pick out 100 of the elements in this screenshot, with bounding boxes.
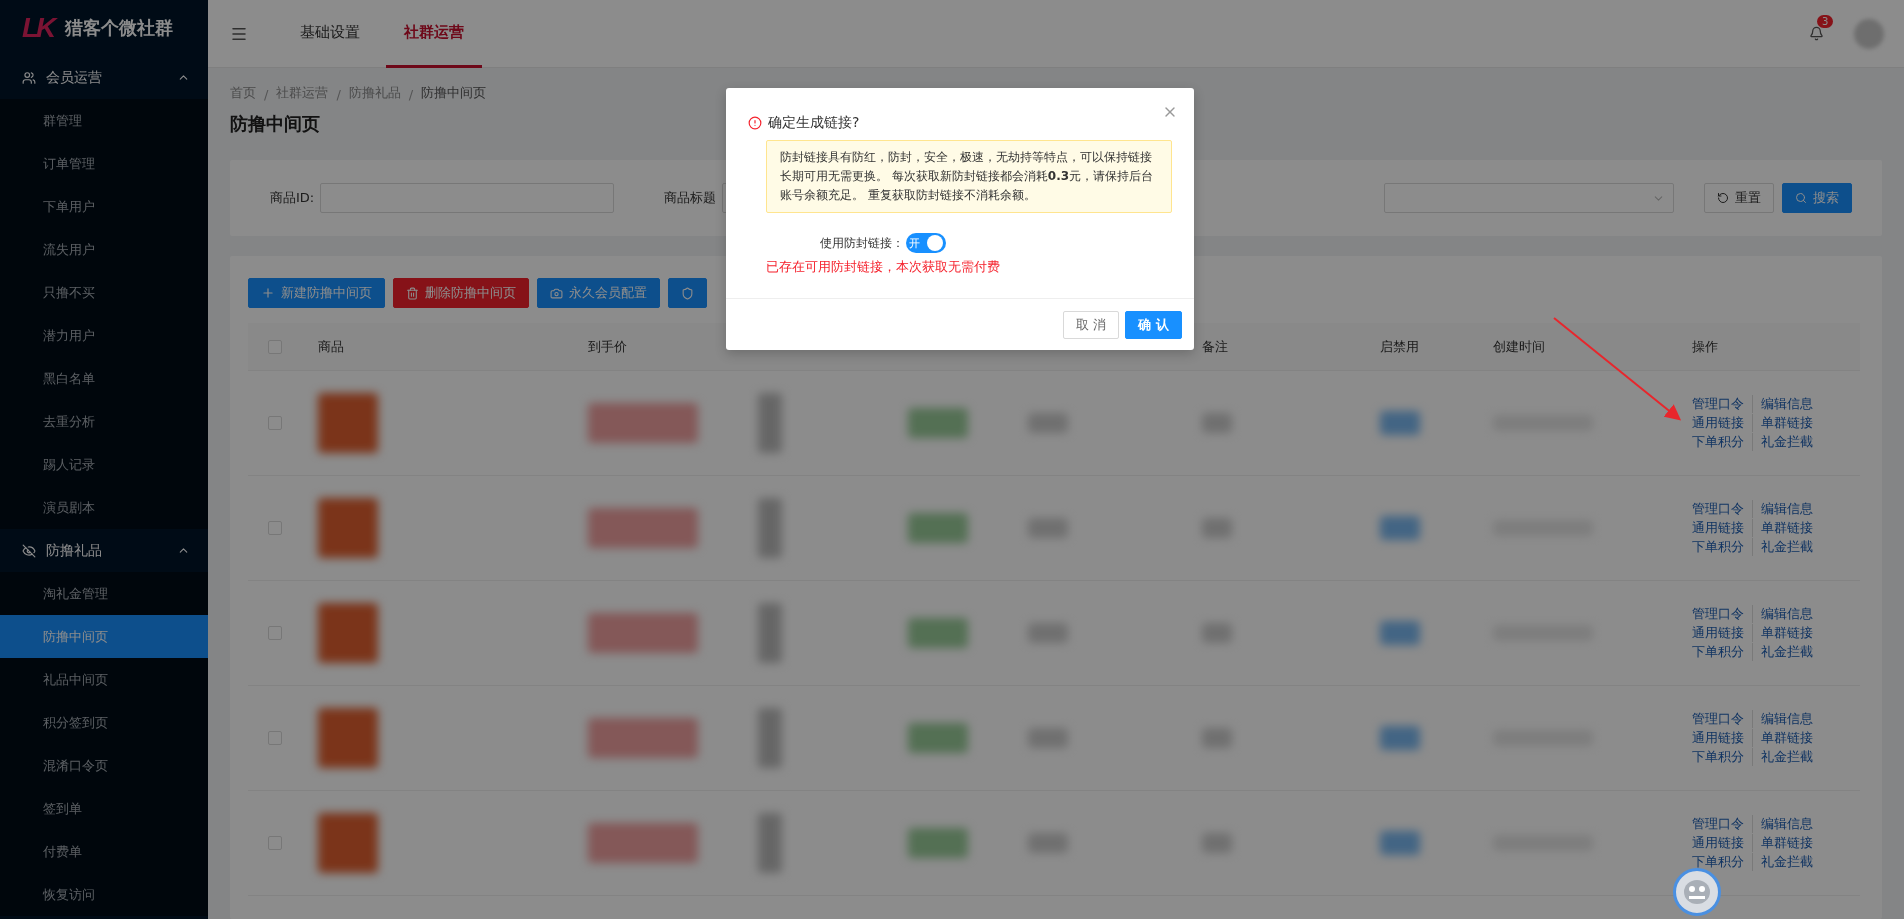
sidebar-item[interactable]: 积分签到页: [0, 701, 208, 744]
action-link[interactable]: 礼金拦截: [1752, 643, 1813, 661]
blurred-cell: [1028, 833, 1068, 853]
action-link[interactable]: 礼金拦截: [1752, 538, 1813, 556]
sidebar-item[interactable]: 流失用户: [0, 228, 208, 271]
cancel-button[interactable]: 取 消: [1063, 310, 1120, 339]
blurred-cell: [1202, 623, 1232, 643]
action-link[interactable]: 管理口令: [1692, 500, 1752, 518]
action-link[interactable]: 单群链接: [1752, 414, 1813, 432]
breadcrumb-separator: /: [336, 87, 341, 102]
sidebar-item[interactable]: 付费单: [0, 830, 208, 873]
toolbar-button[interactable]: 永久会员配置: [537, 278, 660, 308]
action-link[interactable]: 管理口令: [1692, 395, 1752, 413]
column-header: 操作: [1691, 337, 1719, 356]
menu-group-label: 防撸礼品: [46, 541, 103, 560]
top-tab[interactable]: 社群运营: [386, 0, 482, 68]
action-link[interactable]: 单群链接: [1752, 624, 1813, 642]
blurred-cell: [758, 393, 782, 453]
blurred-cell: [1380, 726, 1420, 750]
toolbar-button[interactable]: 删除防撸中间页: [393, 278, 529, 308]
blurred-cell: [318, 603, 378, 663]
sidebar-item[interactable]: 只撸不买: [0, 271, 208, 314]
reset-icon: [1717, 192, 1729, 204]
action-link[interactable]: 通用链接: [1692, 624, 1752, 642]
menu-group[interactable]: 会员运营: [0, 56, 208, 99]
breadcrumb-separator: /: [408, 87, 414, 102]
action-link[interactable]: 通用链接: [1692, 414, 1752, 432]
sidebar-item[interactable]: 订单管理: [0, 142, 208, 185]
dialog-title: 确定生成链接?: [768, 114, 860, 132]
action-link[interactable]: 通用链接: [1692, 729, 1752, 747]
action-link[interactable]: 编辑信息: [1752, 500, 1813, 518]
column-header: 创建时间: [1492, 337, 1546, 356]
action-link[interactable]: 通用链接: [1692, 834, 1752, 852]
camera-icon: [550, 286, 563, 300]
avatar[interactable]: [1854, 18, 1884, 49]
blurred-cell: [1028, 728, 1068, 748]
blurred-cell: [318, 498, 378, 558]
toolbar-button[interactable]: [668, 278, 707, 308]
action-link[interactable]: 单群链接: [1752, 729, 1813, 747]
action-link[interactable]: 礼金拦截: [1752, 433, 1813, 451]
menu-group[interactable]: 防撸礼品: [0, 529, 208, 572]
action-link[interactable]: 编辑信息: [1752, 710, 1813, 728]
action-link[interactable]: 下单积分: [1692, 853, 1752, 871]
sidebar-item[interactable]: 下单用户: [0, 185, 208, 228]
column-header: 到手价: [587, 337, 628, 356]
toggle-switch[interactable]: 开: [906, 233, 946, 253]
blurred-cell: [758, 813, 782, 873]
action-link[interactable]: 通用链接: [1692, 519, 1752, 537]
blurred-cell: [1028, 623, 1068, 643]
blurred-cell: [1202, 833, 1232, 853]
sidebar-item[interactable]: 演员剧本: [0, 486, 208, 529]
sidebar-item[interactable]: 签到单: [0, 787, 208, 830]
select-field[interactable]: [1384, 183, 1674, 213]
sidebar-item[interactable]: 淘礼金管理: [0, 572, 208, 615]
blurred-cell: [908, 828, 968, 858]
blurred-cell: [758, 708, 782, 768]
confirm-button[interactable]: 确 认: [1125, 310, 1182, 339]
sidebar-item[interactable]: 礼品中间页: [0, 658, 208, 701]
sidebar-item[interactable]: 恢复访问: [0, 873, 208, 916]
shield-icon: [681, 286, 694, 300]
action-link[interactable]: 下单积分: [1692, 433, 1752, 451]
blurred-cell: [318, 393, 378, 453]
toolbar-button[interactable]: 新建防撸中间页: [248, 278, 385, 308]
action-link[interactable]: 管理口令: [1692, 815, 1752, 833]
search-button[interactable]: 搜索: [1782, 183, 1852, 213]
warning-icon: [748, 116, 762, 130]
action-link[interactable]: 礼金拦截: [1752, 853, 1813, 871]
sidebar-item[interactable]: 防撸中间页: [0, 615, 208, 658]
blurred-cell: [318, 813, 378, 873]
action-link[interactable]: 编辑信息: [1752, 395, 1813, 413]
sidebar-item[interactable]: 去重分析: [0, 400, 208, 443]
breadcrumb-item[interactable]: 防撸礼品: [348, 84, 401, 102]
action-link[interactable]: 编辑信息: [1752, 605, 1813, 623]
sidebar-item[interactable]: 黑白名单: [0, 357, 208, 400]
action-link[interactable]: 下单积分: [1692, 538, 1752, 556]
action-link[interactable]: 单群链接: [1752, 834, 1813, 852]
bell-icon[interactable]: [1809, 26, 1824, 41]
reset-button[interactable]: 重置: [1704, 183, 1774, 213]
eye-off-icon: [22, 543, 36, 558]
action-link[interactable]: 管理口令: [1692, 605, 1752, 623]
action-link[interactable]: 下单积分: [1692, 748, 1752, 766]
sidebar-item[interactable]: 潜力用户: [0, 314, 208, 357]
action-link[interactable]: 礼金拦截: [1752, 748, 1813, 766]
top-tab[interactable]: 基础设置: [282, 0, 378, 68]
action-link[interactable]: 单群链接: [1752, 519, 1813, 537]
action-link[interactable]: 编辑信息: [1752, 815, 1813, 833]
sidebar-item[interactable]: 群管理: [0, 99, 208, 142]
sidebar-item[interactable]: 踢人记录: [0, 443, 208, 486]
action-link[interactable]: 下单积分: [1692, 643, 1752, 661]
blurred-cell: [1202, 518, 1232, 538]
field-label: 商品标题: [664, 189, 717, 207]
notification-badge: 3: [1817, 15, 1834, 28]
breadcrumb-separator: /: [264, 87, 269, 102]
column-header: 商品: [317, 337, 345, 356]
blurred-cell: [758, 498, 782, 558]
trash-icon: [406, 286, 419, 300]
action-link[interactable]: 管理口令: [1692, 710, 1752, 728]
sidebar-item[interactable]: 混淆口令页: [0, 744, 208, 787]
notice-text: 防封链接具有防红，防封，安全，极速，无劫持等特点，可以保持链接长期可用无需更换。 每次获取新防封链接都会消耗0.3元，请保持后台账号余额充足。 重复获取防封链接不消耗余额。: [766, 140, 1172, 213]
column-header: 启禁用: [1379, 337, 1420, 356]
